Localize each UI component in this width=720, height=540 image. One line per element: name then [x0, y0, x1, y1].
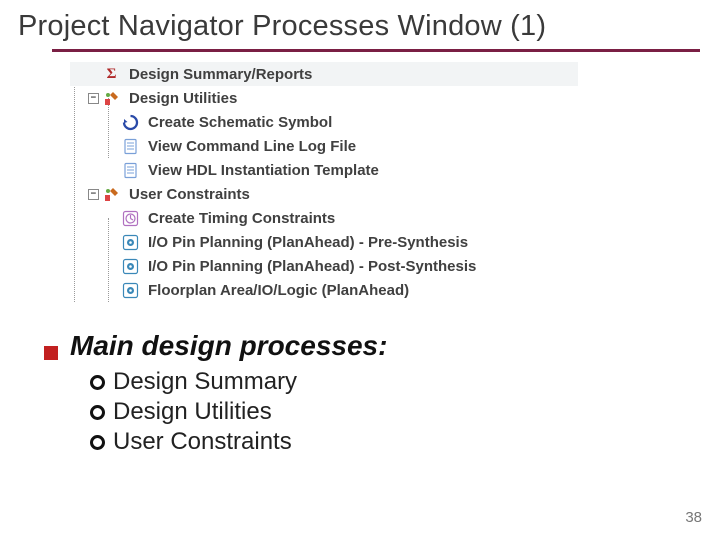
tree-item-timing-constraints[interactable]: Create Timing Constraints — [70, 206, 578, 230]
bullet-lvl2: Design Summary — [90, 368, 702, 396]
collapse-icon[interactable]: − — [88, 189, 99, 200]
cycle-icon — [122, 114, 139, 131]
tree-label: I/O Pin Planning (PlanAhead) - Post-Synt… — [148, 258, 476, 275]
page-number: 38 — [685, 509, 702, 526]
document-icon — [122, 138, 139, 155]
tools-icon — [103, 90, 120, 107]
circle-bullet-icon — [90, 375, 105, 390]
tree-item-design-summary[interactable]: Σ Design Summary/Reports — [70, 62, 578, 86]
tree-item-view-cmdlog[interactable]: View Command Line Log File — [70, 134, 578, 158]
tree-label: Create Timing Constraints — [148, 210, 335, 227]
collapse-icon[interactable]: − — [88, 93, 99, 104]
tree-label: Design Summary/Reports — [129, 66, 312, 83]
body-content: Main design processes: Design Summary De… — [18, 330, 702, 456]
tree-item-floorplan[interactable]: Floorplan Area/IO/Logic (PlanAhead) — [70, 278, 578, 302]
sigma-icon: Σ — [103, 66, 120, 83]
list-item: Design Summary — [113, 368, 297, 396]
heading-text: Main design processes: — [70, 330, 387, 362]
tree-label: View Command Line Log File — [148, 138, 356, 155]
square-bullet-icon — [44, 346, 58, 360]
tree-label: User Constraints — [129, 186, 250, 203]
clock-icon — [122, 210, 139, 227]
pin-icon — [122, 234, 139, 251]
tree-item-user-constraints[interactable]: − User Constraints — [70, 182, 578, 206]
bullet-lvl2: Design Utilities — [90, 398, 702, 426]
tree-label: Floorplan Area/IO/Logic (PlanAhead) — [148, 282, 409, 299]
circle-bullet-icon — [90, 435, 105, 450]
process-tree: Σ Design Summary/Reports − Design Utilit… — [18, 62, 578, 302]
tree-label: Design Utilities — [129, 90, 237, 107]
tree-item-pin-pre[interactable]: I/O Pin Planning (PlanAhead) - Pre-Synth… — [70, 230, 578, 254]
tree-label: Create Schematic Symbol — [148, 114, 332, 131]
tree-item-create-schematic[interactable]: Create Schematic Symbol — [70, 110, 578, 134]
tools-icon — [103, 186, 120, 203]
circle-bullet-icon — [90, 405, 105, 420]
bullet-lvl1: Main design processes: — [44, 330, 702, 362]
tree-item-pin-post[interactable]: I/O Pin Planning (PlanAhead) - Post-Synt… — [70, 254, 578, 278]
tree-label: View HDL Instantiation Template — [148, 162, 379, 179]
page-title: Project Navigator Processes Window (1) — [18, 10, 702, 43]
pin-icon — [122, 282, 139, 299]
pin-icon — [122, 258, 139, 275]
tree-item-view-hdl[interactable]: View HDL Instantiation Template — [70, 158, 578, 182]
list-item: User Constraints — [113, 428, 292, 456]
tree-item-design-utilities[interactable]: − Design Utilities — [70, 86, 578, 110]
document-icon — [122, 162, 139, 179]
list-item: Design Utilities — [113, 398, 272, 426]
divider — [52, 49, 700, 52]
tree-label: I/O Pin Planning (PlanAhead) - Pre-Synth… — [148, 234, 468, 251]
bullet-lvl2: User Constraints — [90, 428, 702, 456]
